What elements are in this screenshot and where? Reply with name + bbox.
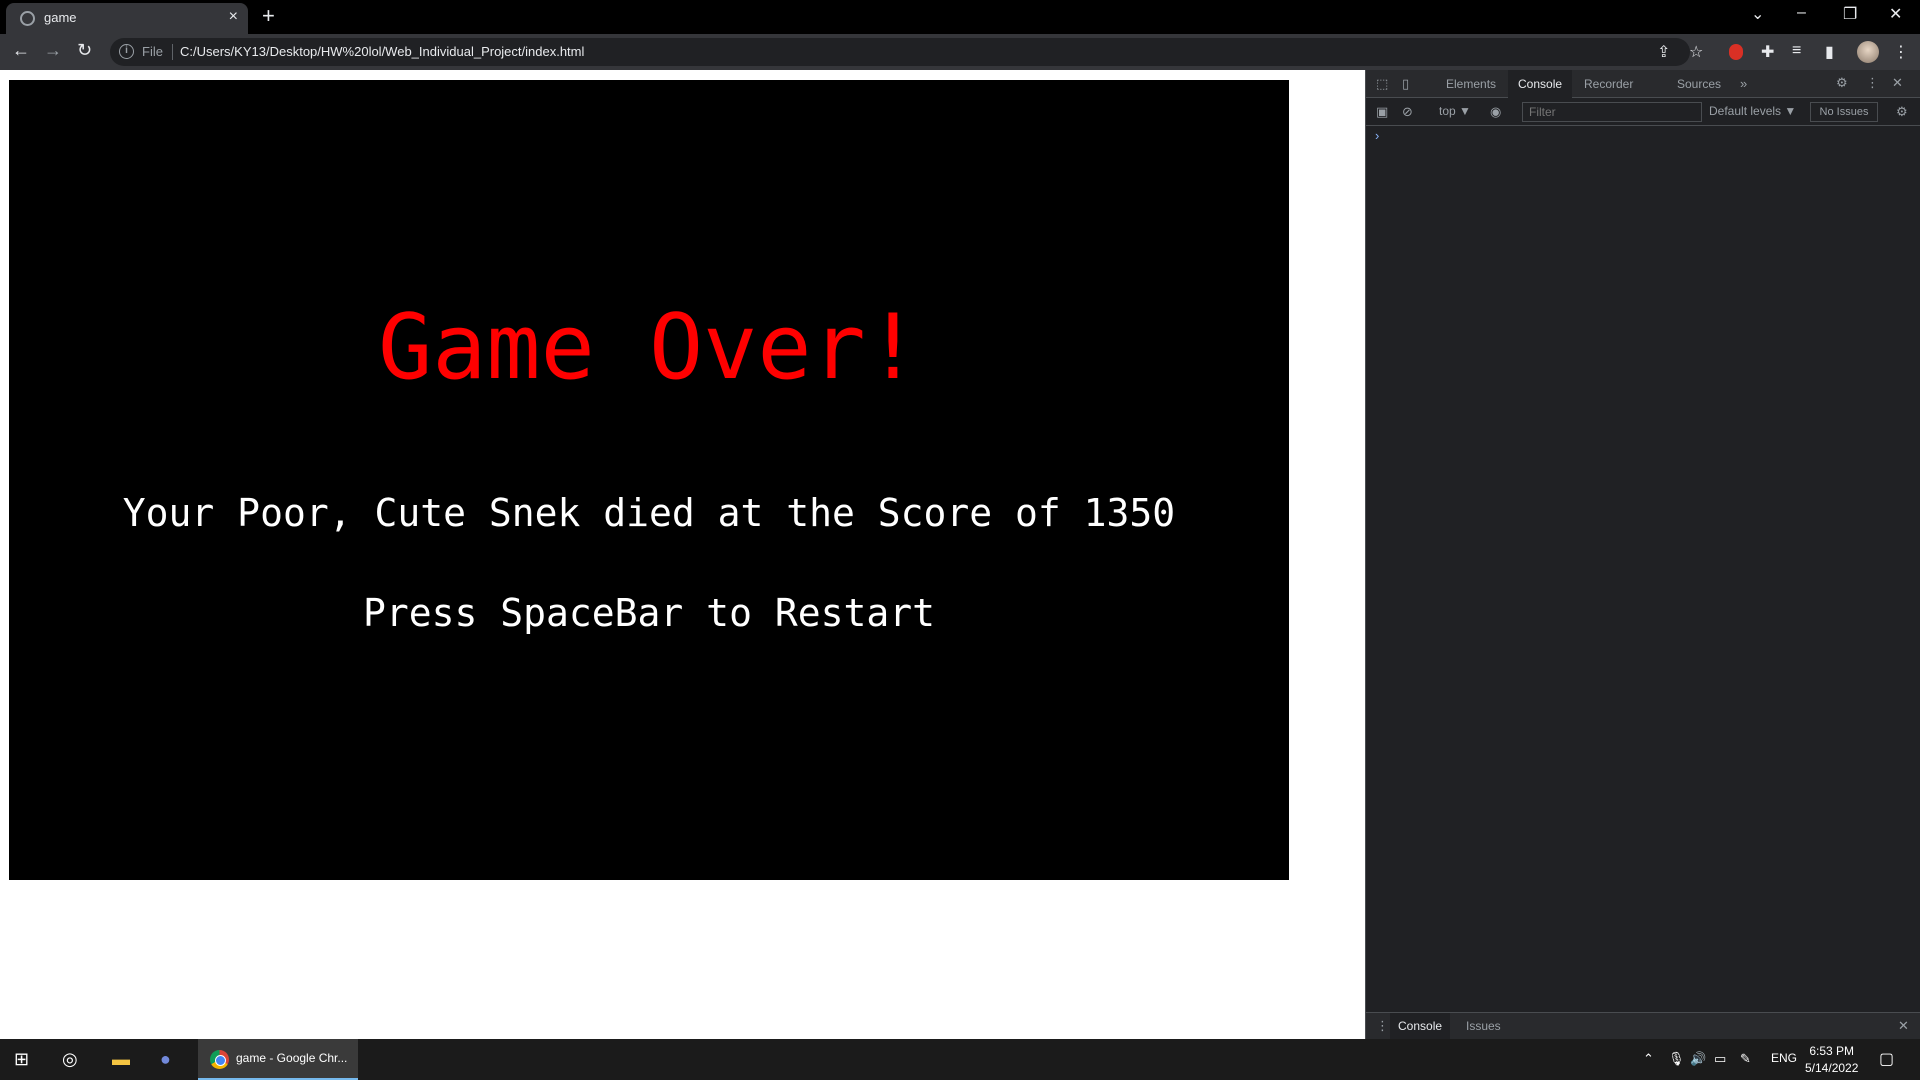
drawer-tab-issues[interactable]: Issues <box>1466 1019 1501 1033</box>
notification-icon[interactable]: ▢ <box>1879 1049 1894 1069</box>
game-canvas[interactable]: Game Over! Your Poor, Cute Snek died at … <box>9 80 1289 880</box>
drawer-tab-console[interactable]: Console <box>1390 1013 1451 1039</box>
file-explorer-icon[interactable]: ▬ <box>112 1049 130 1070</box>
new-tab-button[interactable]: + <box>262 5 275 27</box>
clock-date: 5/14/2022 <box>1805 1061 1859 1075</box>
share-icon[interactable]: ⇪ <box>1657 42 1670 62</box>
windows-taskbar: ⊞ ◎ ▬ ● game - Google Chr... ⌃ 🎙 🔊 ▭ ✎ E… <box>0 1039 1920 1080</box>
minimize-icon[interactable]: – <box>1797 4 1806 22</box>
tab-sources[interactable]: Sources <box>1677 77 1721 91</box>
tab-strip: game × + ⌄ – ❐ ✕ <box>0 0 1920 34</box>
tab-search-icon[interactable]: ⌄ <box>1751 4 1764 24</box>
restart-instruction: Press SpaceBar to Restart <box>363 591 935 635</box>
sidebar-toggle-icon[interactable]: ▣ <box>1376 104 1388 120</box>
clock-time: 6:53 PM <box>1809 1044 1855 1058</box>
close-window-icon[interactable]: ✕ <box>1889 4 1902 24</box>
taskbar-app-label: game - Google Chr... <box>236 1051 348 1065</box>
windows-start-icon[interactable]: ⊞ <box>14 1049 29 1070</box>
pen-icon[interactable]: ✎ <box>1740 1051 1751 1067</box>
back-icon[interactable]: ← <box>12 40 30 61</box>
url-scheme: File <box>142 44 163 59</box>
side-panel-icon[interactable]: ▮ <box>1825 42 1834 62</box>
close-tab-icon[interactable]: × <box>229 8 238 26</box>
microphone-icon[interactable]: 🎙 <box>1668 1051 1685 1067</box>
drawer-menu-icon[interactable]: ⋮ <box>1376 1018 1389 1034</box>
reading-list-icon[interactable]: ≡ <box>1792 42 1801 60</box>
console-filter-input[interactable] <box>1522 102 1702 122</box>
tab-elements[interactable]: Elements <box>1446 77 1496 91</box>
reload-icon[interactable]: ↻ <box>77 40 92 61</box>
devtools-panel: ⬚ ▯ Elements Console Recorder Sources » … <box>1365 70 1920 1039</box>
bookmark-star-icon[interactable]: ☆ <box>1689 42 1703 62</box>
browser-toolbar: ← → ↻ i File C:/Users/KY13/Desktop/HW%20… <box>0 34 1920 70</box>
settings-gear-icon[interactable]: ⚙ <box>1836 75 1848 91</box>
console-prompt-icon[interactable]: › <box>1375 128 1379 143</box>
extension-icon[interactable] <box>1729 44 1743 60</box>
clear-console-icon[interactable]: ⊘ <box>1402 104 1413 120</box>
volume-icon[interactable]: 🔊 <box>1690 1051 1706 1067</box>
inspect-element-icon[interactable]: ⬚ <box>1376 76 1388 92</box>
devtools-tabbar: ⬚ ▯ Elements Console Recorder Sources » … <box>1366 70 1920 98</box>
issues-button[interactable]: No Issues <box>1810 102 1878 122</box>
address-bar[interactable]: i File C:/Users/KY13/Desktop/HW%20lol/We… <box>110 38 1690 66</box>
tray-overflow-icon[interactable]: ⌃ <box>1643 1051 1654 1067</box>
chrome-icon <box>210 1050 229 1069</box>
eye-icon[interactable]: ◉ <box>1490 104 1501 120</box>
log-levels-select[interactable]: Default levels ▼ <box>1709 104 1796 118</box>
forward-icon[interactable]: → <box>44 40 62 61</box>
context-select[interactable]: top ▼ <box>1439 104 1471 118</box>
score-message: Your Poor, Cute Snek died at the Score o… <box>122 491 1176 535</box>
close-devtools-icon[interactable]: ✕ <box>1892 75 1903 91</box>
page-viewport: Game Over! Your Poor, Cute Snek died at … <box>0 70 1365 1039</box>
screen: game × + ⌄ – ❐ ✕ ← → ↻ i File C:/Users/K… <box>0 0 1920 1080</box>
more-tabs-icon[interactable]: » <box>1740 76 1747 91</box>
taskbar-chrome-app[interactable]: game - Google Chr... <box>198 1039 358 1080</box>
device-toolbar-icon[interactable]: ▯ <box>1402 76 1409 92</box>
game-over-title: Game Over! <box>378 295 920 400</box>
console-settings-icon[interactable]: ⚙ <box>1896 104 1908 120</box>
restore-icon[interactable]: ❐ <box>1843 4 1857 24</box>
close-drawer-icon[interactable]: ✕ <box>1898 1018 1909 1034</box>
info-icon[interactable]: i <box>119 44 134 59</box>
devtools-menu-icon[interactable]: ⋮ <box>1866 75 1879 91</box>
discord-icon[interactable]: ● <box>160 1049 171 1070</box>
system-clock[interactable]: 6:53 PM 5/14/2022 <box>1805 1043 1858 1077</box>
console-toolbar: ▣ ⊘ top ▼ ◉ Default levels ▼ No Issues ⚙ <box>1366 98 1920 126</box>
divider <box>172 44 173 60</box>
extensions-puzzle-icon[interactable]: ✚ <box>1761 42 1774 62</box>
tab-title: game <box>44 10 77 25</box>
tab-console[interactable]: Console <box>1508 70 1573 98</box>
url-text[interactable]: C:/Users/KY13/Desktop/HW%20lol/Web_Indiv… <box>180 44 584 59</box>
devtools-drawer: ⋮ Console Issues ✕ <box>1366 1012 1920 1039</box>
language-indicator[interactable]: ENG <box>1771 1051 1797 1065</box>
steam-icon[interactable]: ◎ <box>62 1049 78 1070</box>
tab-recorder[interactable]: Recorder <box>1584 77 1633 91</box>
network-icon[interactable]: ▭ <box>1714 1051 1726 1067</box>
browser-tab[interactable]: game × <box>6 3 248 34</box>
profile-avatar[interactable] <box>1857 41 1879 63</box>
menu-kebab-icon[interactable]: ⋮ <box>1893 42 1909 62</box>
globe-icon <box>20 11 35 26</box>
